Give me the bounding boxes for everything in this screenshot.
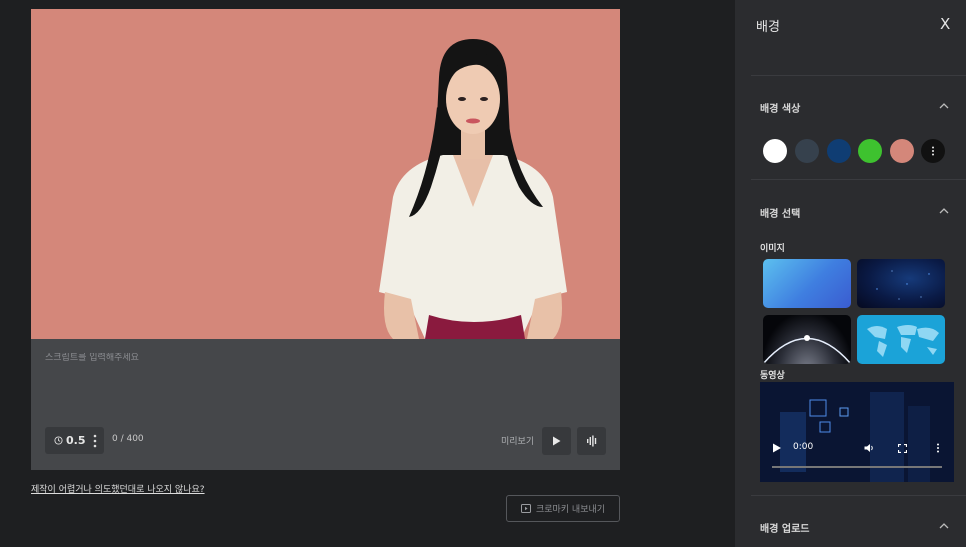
editor-area: 0.5 0 / 400 미리보기 제작이 어렵거나 의도했던대로 나오지 않나요… [0, 0, 735, 547]
bg-video-player[interactable]: 0:00 [760, 382, 954, 482]
video-progress-bar[interactable] [772, 466, 942, 468]
planet-horizon [763, 335, 851, 364]
swatch-navy[interactable] [827, 139, 851, 163]
swatch-salmon[interactable] [890, 139, 914, 163]
swatch-white[interactable] [763, 139, 787, 163]
bg-thumb-planet[interactable] [763, 315, 851, 364]
fullscreen-icon[interactable] [898, 444, 907, 453]
bg-thumb-gradient[interactable] [763, 259, 851, 308]
waveform-icon [586, 435, 596, 447]
more-colors-icon [932, 146, 934, 156]
bg-thumb-particles[interactable] [857, 259, 945, 308]
video-label: 동영상 [760, 371, 785, 381]
divider [751, 179, 966, 180]
panel-title: 배경 [756, 20, 780, 35]
bg-thumb-world-map[interactable] [857, 315, 945, 364]
world-map-shape [867, 325, 939, 357]
export-label: 크로마키 내보내기 [535, 505, 606, 515]
play-icon [553, 436, 561, 446]
avatar-figure [379, 39, 567, 339]
swatch-more[interactable] [921, 139, 945, 163]
more-options-icon[interactable] [936, 443, 940, 453]
help-link[interactable]: 제작이 어렵거나 의도했던대로 나오지 않나요? [31, 482, 205, 495]
section-bg-upload-title: 배경 업로드 [760, 524, 810, 535]
divider [751, 75, 966, 76]
volume-icon[interactable] [864, 443, 875, 453]
preview-label: 미리보기 [501, 437, 535, 447]
char-counter: 0 / 400 [112, 434, 144, 444]
voice-button[interactable] [577, 427, 606, 455]
chevron-up-icon[interactable] [939, 103, 949, 109]
play-icon[interactable] [772, 443, 782, 453]
divider [751, 495, 966, 496]
chroma-export-button[interactable]: 크로마키 내보내기 [506, 495, 620, 522]
swatch-slate[interactable] [795, 139, 819, 163]
script-input[interactable] [45, 353, 585, 363]
script-panel: 0.5 0 / 400 미리보기 [31, 339, 620, 470]
section-bg-color-title: 배경 색상 [760, 104, 801, 115]
chevron-up-icon[interactable] [939, 208, 949, 214]
video-time: 0:00 [793, 442, 814, 452]
swatch-green[interactable] [858, 139, 882, 163]
image-label: 이미지 [760, 244, 785, 254]
video-export-icon [520, 504, 531, 513]
background-panel: 배경 X 배경 색상 배경 선택 이미지 동영상 0:00 배경 업로드 [735, 0, 966, 547]
section-bg-select-title: 배경 선택 [760, 209, 801, 220]
speed-value: 0.5 [66, 434, 86, 447]
avatar-preview [31, 9, 620, 339]
close-button[interactable]: X [940, 15, 950, 33]
play-preview-button[interactable] [542, 427, 571, 455]
more-options-icon[interactable] [93, 434, 97, 448]
particle-dots [876, 270, 930, 300]
clock-icon [54, 436, 63, 445]
chevron-up-icon[interactable] [939, 523, 949, 529]
